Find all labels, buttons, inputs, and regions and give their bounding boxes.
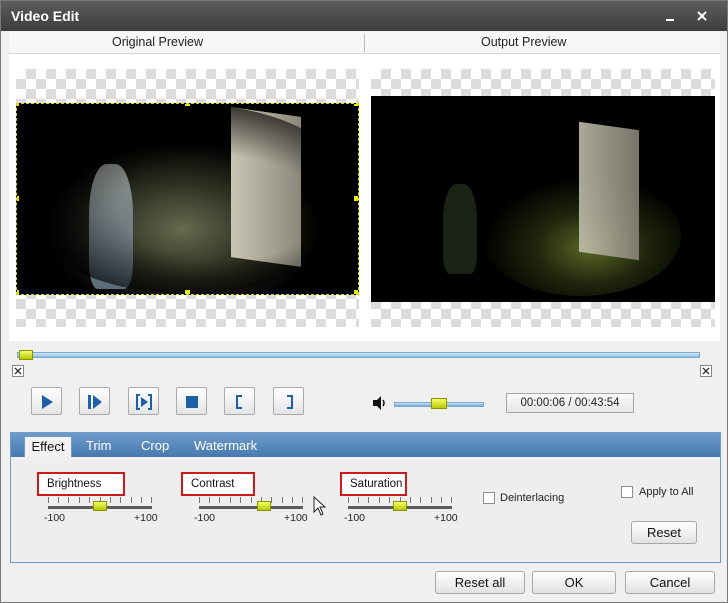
video-edit-window: Video Edit Original Preview Output Previ…: [0, 0, 728, 603]
crop-handle[interactable]: [17, 196, 19, 201]
stop-button[interactable]: [176, 387, 207, 415]
saturation-slider-thumb[interactable]: [393, 501, 407, 511]
play-icon: [42, 395, 53, 409]
saturation-max-label: +100: [434, 512, 458, 524]
preview-area: [9, 54, 720, 341]
volume-icon[interactable]: [371, 394, 389, 412]
edit-panel: Effect Trim Crop Watermark Brightness -1…: [10, 432, 721, 563]
set-start-button[interactable]: [224, 387, 255, 415]
contrast-ticks: [199, 497, 303, 505]
play-segment-icon: [136, 394, 152, 410]
deinterlacing-checkbox[interactable]: [483, 492, 495, 504]
output-video-frame: [371, 96, 715, 302]
contrast-slider-thumb[interactable]: [257, 501, 271, 511]
apply-to-all-label: Apply to All: [639, 486, 694, 498]
cancel-button[interactable]: Cancel: [625, 571, 715, 594]
reset-button[interactable]: Reset: [631, 521, 697, 544]
window-title: Video Edit: [11, 8, 80, 24]
vignette: [17, 104, 358, 294]
start-marker[interactable]: [12, 365, 24, 377]
saturation-label: Saturation: [340, 472, 407, 496]
original-video-frame[interactable]: [16, 103, 359, 295]
next-frame-button[interactable]: [79, 387, 110, 415]
reset-all-button[interactable]: Reset all: [435, 571, 525, 594]
close-icon: [702, 367, 710, 375]
crop-handle[interactable]: [185, 104, 190, 106]
brightness-min-label: -100: [44, 512, 66, 524]
timeline-track[interactable]: [17, 352, 700, 358]
brightness-label: Brightness: [37, 472, 125, 496]
crop-handle[interactable]: [185, 290, 190, 294]
crop-handle[interactable]: [354, 104, 358, 106]
time-display: 00:00:06 / 00:43:54: [506, 393, 634, 413]
end-marker[interactable]: [700, 365, 712, 377]
close-button[interactable]: [692, 6, 712, 26]
deinterlacing-label: Deinterlacing: [500, 492, 565, 504]
timeline-thumb[interactable]: [19, 350, 33, 360]
contrast-label: Contrast: [181, 472, 255, 496]
title-bar[interactable]: Video Edit: [1, 1, 727, 31]
original-preview-label: Original Preview: [112, 35, 204, 49]
playback-controls: 00:00:06 / 00:43:54: [9, 382, 720, 426]
output-preview-label: Output Preview: [481, 35, 567, 49]
volume-slider-thumb[interactable]: [431, 398, 447, 409]
contrast-min-label: -100: [194, 512, 216, 524]
person-figure: [443, 184, 477, 274]
step-forward-icon: [88, 395, 102, 409]
tab-watermark[interactable]: Watermark: [194, 436, 257, 457]
timeline[interactable]: [9, 344, 720, 380]
left-bracket-icon: [236, 395, 242, 409]
play-button[interactable]: [31, 387, 62, 415]
contrast-slider-track[interactable]: [199, 506, 303, 509]
minimize-button[interactable]: [660, 6, 680, 26]
right-bracket-icon: [287, 395, 293, 409]
crop-handle[interactable]: [17, 104, 19, 106]
crop-handle[interactable]: [354, 196, 358, 201]
tab-crop[interactable]: Crop: [141, 436, 169, 457]
brightness-max-label: +100: [134, 512, 158, 524]
apply-to-all-checkbox[interactable]: [621, 486, 633, 498]
header-divider: [364, 34, 365, 52]
minimize-icon: [666, 19, 674, 21]
mouse-cursor-icon: [313, 496, 327, 516]
preview-header: Original Preview Output Preview: [9, 32, 720, 54]
brick-wall: [579, 121, 639, 261]
saturation-min-label: -100: [344, 512, 366, 524]
tab-trim[interactable]: Trim: [86, 436, 112, 457]
close-icon: [14, 367, 22, 375]
close-icon: [697, 11, 707, 21]
tab-effect[interactable]: Effect: [24, 436, 72, 457]
stop-icon: [186, 396, 198, 408]
brightness-slider-thumb[interactable]: [93, 501, 107, 511]
set-end-button[interactable]: [273, 387, 304, 415]
crop-handle[interactable]: [354, 290, 358, 294]
crop-handle[interactable]: [17, 290, 19, 294]
tab-bar: Effect Trim Crop Watermark: [11, 433, 720, 457]
play-selection-button[interactable]: [128, 387, 159, 415]
ok-button[interactable]: OK: [532, 571, 616, 594]
contrast-max-label: +100: [284, 512, 308, 524]
